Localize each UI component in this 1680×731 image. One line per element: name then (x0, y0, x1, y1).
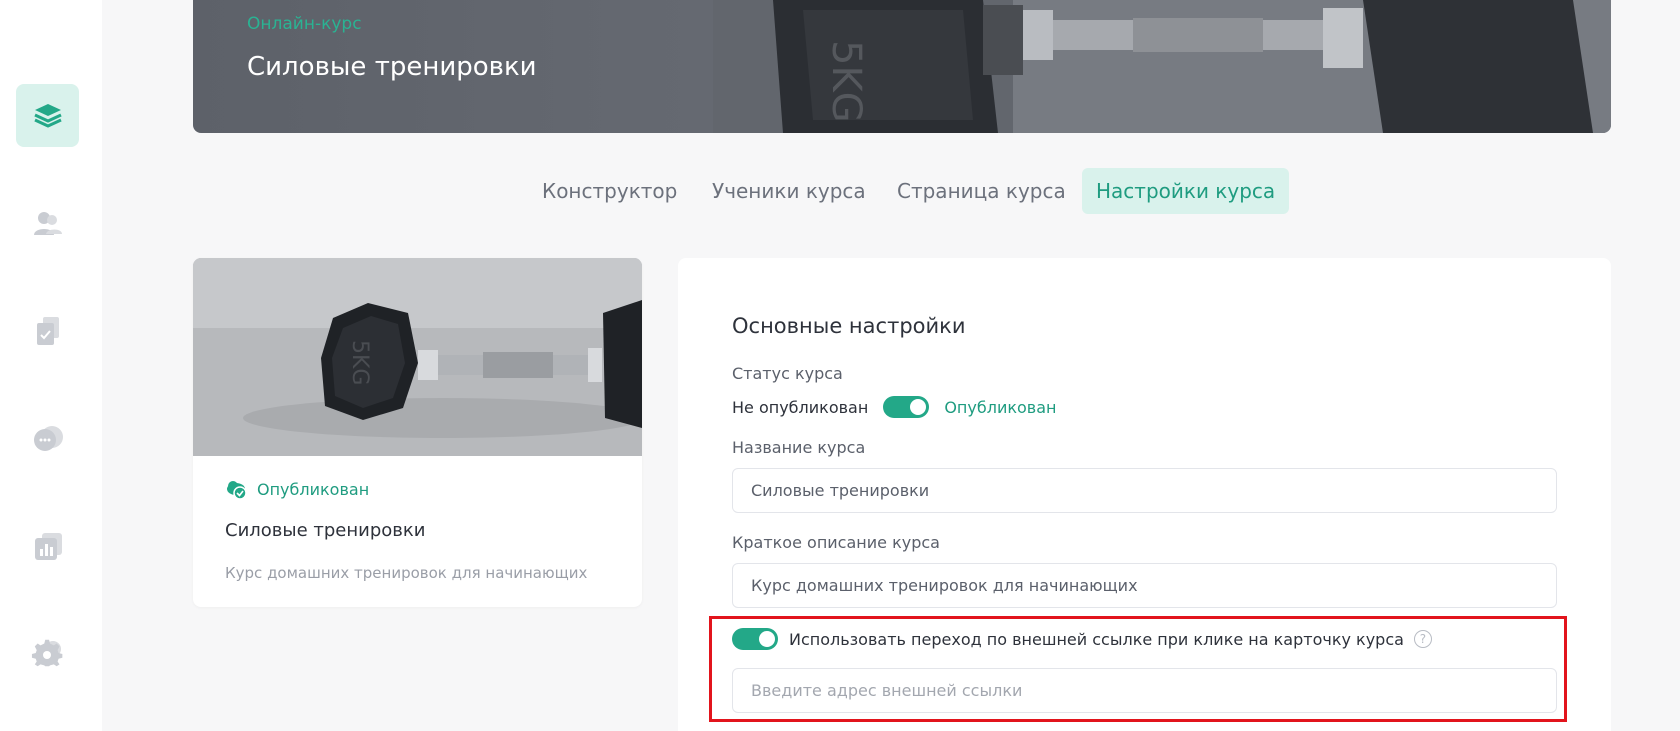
status-toggle-row: Не опубликован Опубликован (732, 396, 1057, 418)
document-check-icon (36, 316, 59, 345)
analytics-icon (34, 532, 62, 560)
cloud-check-icon (227, 481, 247, 500)
nav-analytics[interactable] (16, 515, 79, 578)
nav-chat[interactable] (16, 407, 79, 470)
tab-constructor[interactable]: Конструктор (528, 168, 691, 214)
status-label: Статус курса (732, 364, 843, 383)
course-description-input[interactable]: Курс домашних тренировок для начинающих (732, 563, 1557, 608)
tab-course-settings[interactable]: Настройки курса (1082, 168, 1290, 214)
card-status-label: Опубликован (257, 479, 370, 499)
dumbbell-banner-image: 5KG (713, 0, 1611, 133)
status-off-label: Не опубликован (732, 397, 869, 417)
course-tabs: Конструктор Ученики курса Страница курса… (0, 168, 1680, 214)
nav-courses[interactable] (16, 84, 79, 147)
course-cover-image: 5KG (193, 258, 642, 456)
hero-subtitle: Онлайн-курс (247, 14, 362, 34)
course-name-input[interactable]: Силовые тренировки (732, 468, 1557, 513)
status-toggle[interactable] (883, 396, 930, 418)
status-on-label: Опубликован (944, 397, 1057, 417)
card-title: Силовые тренировки (225, 520, 426, 541)
highlight-frame (709, 616, 1567, 722)
nav-settings[interactable] (16, 622, 79, 685)
name-label: Название курса (732, 438, 866, 457)
card-status: Опубликован (225, 478, 369, 500)
svg-text:5KG: 5KG (823, 40, 869, 123)
tab-students[interactable]: Ученики курса (698, 168, 880, 214)
sidebar (0, 0, 102, 731)
svg-text:5KG: 5KG (347, 340, 372, 385)
tab-course-page[interactable]: Страница курса (883, 168, 1080, 214)
toggle-knob (910, 399, 927, 415)
nav-tasks[interactable] (16, 299, 79, 362)
chat-icon (33, 425, 63, 451)
description-label: Краткое описание курса (732, 533, 940, 552)
card-description: Курс домашних тренировок для начинающих (225, 564, 588, 582)
section-title: Основные настройки (732, 314, 966, 338)
course-preview-card[interactable]: 5KG Опубликован Силовые тренировки Курс … (193, 258, 642, 607)
layers-icon (33, 103, 62, 127)
hero-title: Силовые тренировки (247, 52, 537, 82)
settings-icon (31, 639, 62, 666)
course-hero-banner: 5KG Онлайн-курс Силовые тренировки (193, 0, 1611, 133)
